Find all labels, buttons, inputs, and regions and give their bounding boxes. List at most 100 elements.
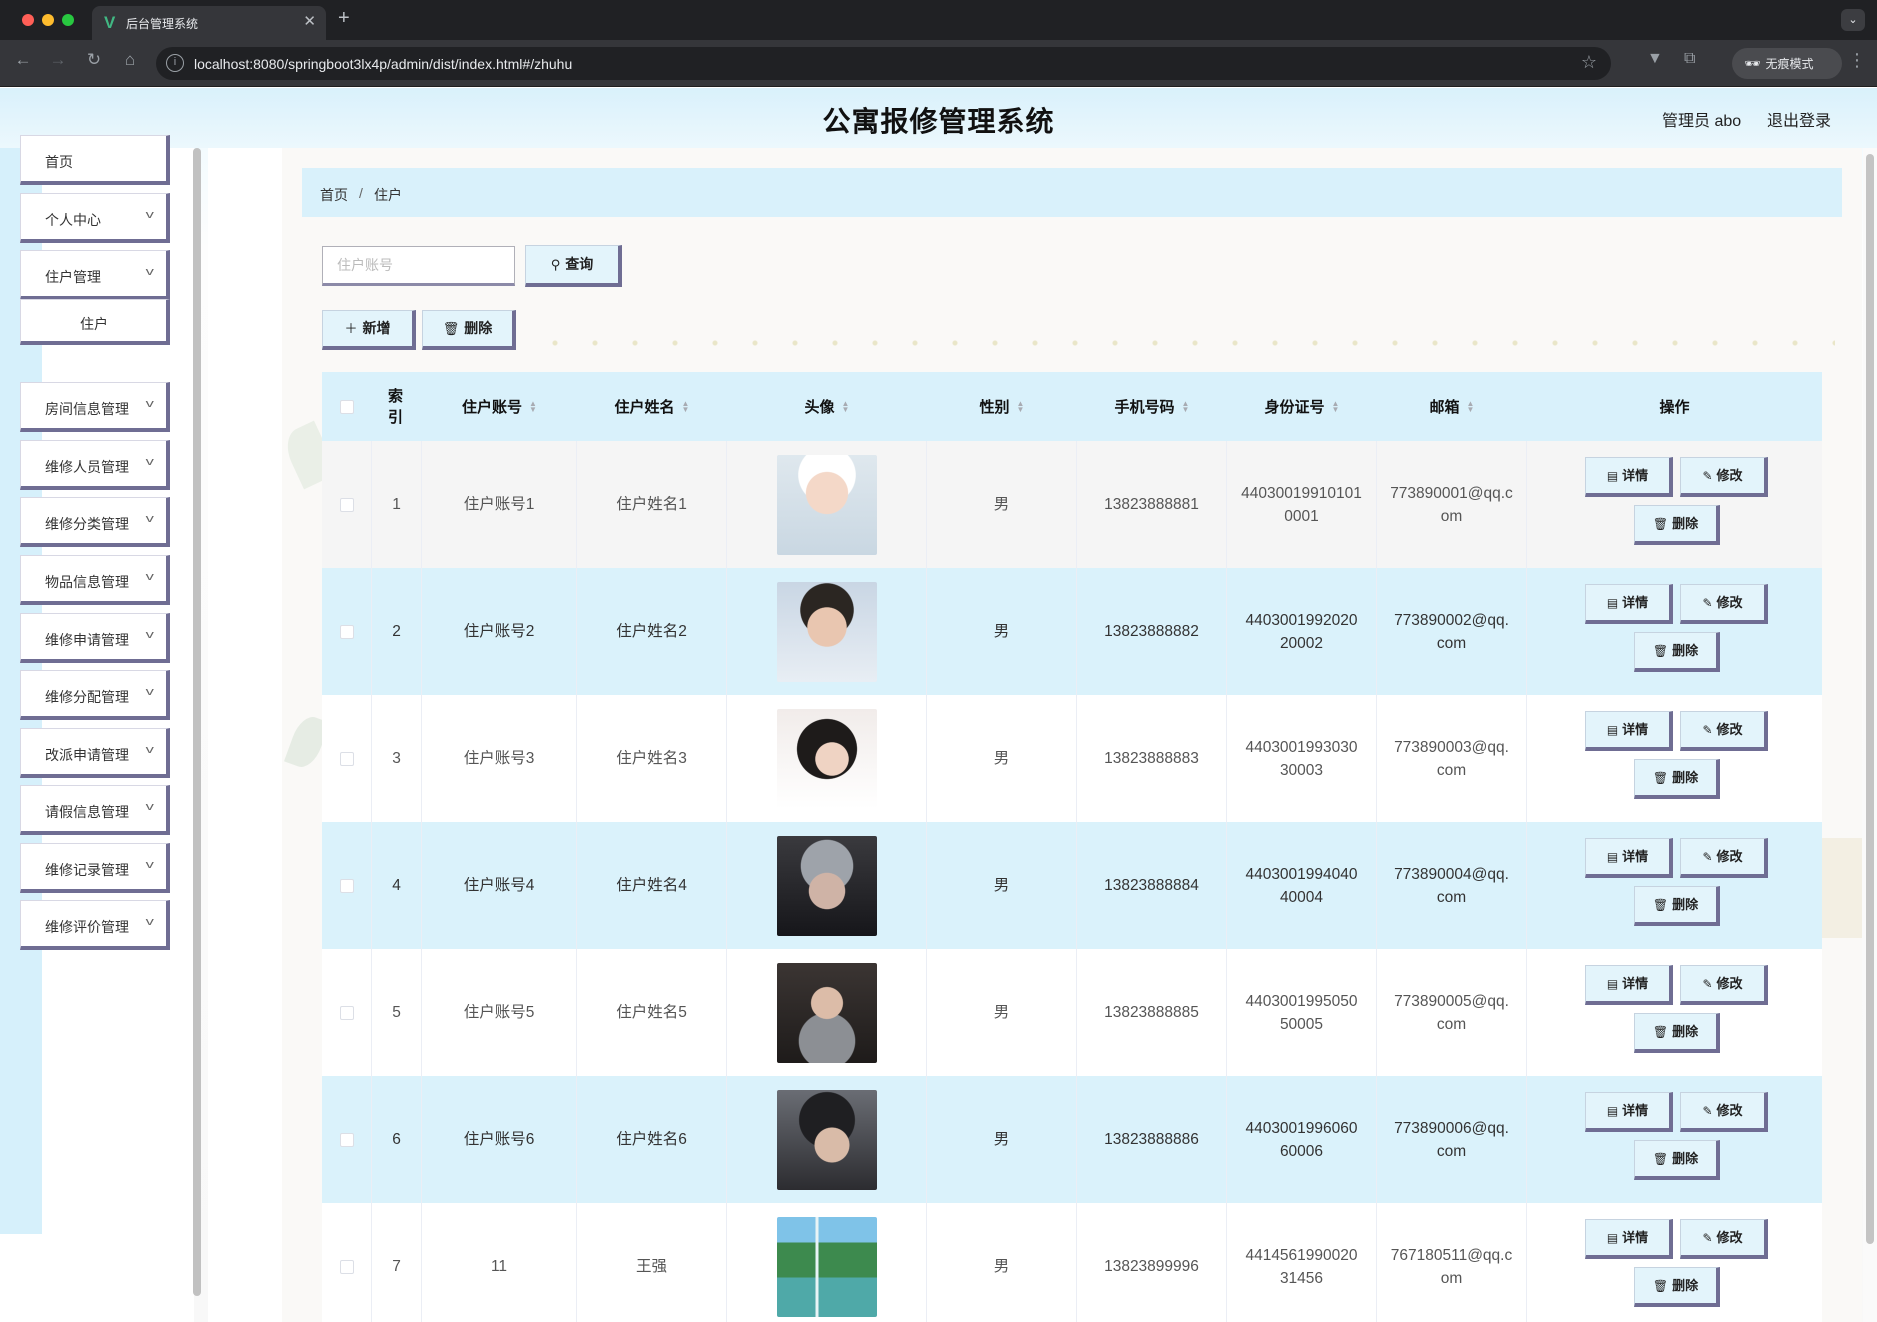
- sidebar-item-repair-category[interactable]: 维修分类管理 v: [20, 497, 170, 547]
- sidebar-item-repair-staff[interactable]: 维修人员管理 v: [20, 440, 170, 490]
- table-row[interactable]: 6 住户账号6 住户姓名6 男 13823888886 4403001996060 6000…: [322, 1076, 1822, 1203]
- logout-link[interactable]: 退出登录: [1767, 107, 1831, 131]
- edit-button[interactable]: ✎ 修改: [1680, 457, 1768, 497]
- avatar[interactable]: [776, 835, 877, 936]
- table-row[interactable]: 1 住户账号1 住户姓名1 男 13823888881 44030019910101 000…: [322, 441, 1822, 568]
- close-tab-icon[interactable]: ✕: [303, 12, 316, 30]
- sidebar-subitem-resident[interactable]: 住户: [20, 299, 170, 345]
- new-tab-icon[interactable]: +: [338, 7, 350, 30]
- batch-delete-button[interactable]: 🗑 删除: [422, 310, 516, 350]
- add-button[interactable]: ＋ 新增: [322, 310, 416, 350]
- edit-button[interactable]: ✎ 修改: [1680, 1219, 1768, 1259]
- sort-icon[interactable]: ▲ ▼: [1467, 399, 1475, 413]
- row-checkbox[interactable]: [339, 1132, 354, 1147]
- edit-button[interactable]: ✎ 修改: [1680, 711, 1768, 751]
- edit-button[interactable]: ✎ 修改: [1680, 838, 1768, 878]
- sidebar-item-personal-center[interactable]: 个人中心 v: [20, 193, 170, 243]
- delete-button[interactable]: 🗑 删除: [1634, 1013, 1720, 1053]
- close-window-button[interactable]: [22, 14, 34, 26]
- sort-icon[interactable]: ▲ ▼: [682, 399, 690, 413]
- header-id-card[interactable]: 身份证号 ▲ ▼: [1227, 372, 1377, 441]
- sort-icon[interactable]: ▲ ▼: [1182, 399, 1190, 413]
- avatar[interactable]: [776, 454, 877, 555]
- header-select-all[interactable]: [322, 372, 372, 441]
- extension-icon[interactable]: ▼: [1647, 50, 1663, 68]
- table-row[interactable]: 3 住户账号3 住户姓名3 男 13823888883 4403001993030 3000…: [322, 695, 1822, 822]
- header-email[interactable]: 邮箱 ▲ ▼: [1377, 372, 1527, 441]
- scrollbar-thumb[interactable]: [1866, 154, 1874, 1244]
- back-icon[interactable]: ←: [10, 50, 36, 70]
- header-avatar[interactable]: 头像 ▲ ▼: [727, 372, 927, 441]
- sidebar-item-repair-request[interactable]: 维修申请管理 v: [20, 613, 170, 663]
- avatar[interactable]: [776, 1089, 877, 1190]
- detail-button[interactable]: ▤ 详情: [1585, 711, 1673, 751]
- table-row[interactable]: 7 11 王强 男 13823899996 4414561990020 31456 76718…: [322, 1203, 1822, 1322]
- table-row[interactable]: 2 住户账号2 住户姓名2 男 13823888882 4403001992020 2000…: [322, 568, 1822, 695]
- sort-icon[interactable]: ▲ ▼: [529, 399, 537, 413]
- maximize-window-button[interactable]: [62, 14, 74, 26]
- row-checkbox[interactable]: [339, 624, 354, 639]
- tab-search-icon[interactable]: ⌄: [1841, 9, 1865, 31]
- avatar[interactable]: [776, 962, 877, 1063]
- minimize-window-button[interactable]: [42, 14, 54, 26]
- reload-icon[interactable]: ↻: [81, 50, 107, 70]
- row-select[interactable]: [322, 568, 372, 695]
- row-checkbox[interactable]: [339, 1005, 354, 1020]
- delete-button[interactable]: 🗑 删除: [1634, 759, 1720, 799]
- detail-button[interactable]: ▤ 详情: [1585, 584, 1673, 624]
- url-text[interactable]: localhost:8080/springboot3lx4p/admin/dis…: [194, 56, 572, 72]
- sort-icon[interactable]: ▲ ▼: [842, 399, 850, 413]
- incognito-badge[interactable]: 🕶 无痕模式: [1732, 48, 1842, 79]
- more-menu-icon[interactable]: ⋮: [1848, 50, 1866, 71]
- row-select[interactable]: [322, 695, 372, 822]
- forward-icon[interactable]: →: [45, 50, 71, 70]
- search-input[interactable]: [322, 246, 515, 286]
- page-scrollbar[interactable]: [1863, 148, 1877, 1322]
- detail-button[interactable]: ▤ 详情: [1585, 965, 1673, 1005]
- table-row[interactable]: 5 住户账号5 住户姓名5 男 13823888885 4403001995050 5000…: [322, 949, 1822, 1076]
- delete-button[interactable]: 🗑 删除: [1634, 505, 1720, 545]
- avatar[interactable]: [776, 708, 877, 809]
- row-select[interactable]: [322, 1076, 372, 1203]
- avatar[interactable]: [776, 581, 877, 682]
- query-button[interactable]: ⚲ 查询: [525, 245, 622, 287]
- address-bar[interactable]: i localhost:8080/springboot3lx4p/admin/d…: [156, 47, 1611, 80]
- header-phone[interactable]: 手机号码 ▲ ▼: [1077, 372, 1227, 441]
- header-name[interactable]: 住户姓名 ▲ ▼: [577, 372, 727, 441]
- sidebar-item-reassign-request[interactable]: 改派申请管理 v: [20, 728, 170, 778]
- sort-icon[interactable]: ▲ ▼: [1332, 399, 1340, 413]
- detail-button[interactable]: ▤ 详情: [1585, 838, 1673, 878]
- edit-button[interactable]: ✎ 修改: [1680, 1092, 1768, 1132]
- sidebar-item-repair-assign[interactable]: 维修分配管理 v: [20, 670, 170, 720]
- breadcrumb-home[interactable]: 首页: [320, 185, 348, 205]
- select-all-checkbox[interactable]: [340, 399, 354, 414]
- detail-button[interactable]: ▤ 详情: [1585, 457, 1673, 497]
- sidebar-item-repair-review[interactable]: 维修评价管理 v: [20, 900, 170, 950]
- sidebar-item-leave-info[interactable]: 请假信息管理 v: [20, 785, 170, 835]
- row-checkbox[interactable]: [339, 1259, 354, 1274]
- sidebar-item-resident-management[interactable]: 住户管理 v: [20, 250, 170, 300]
- sidebar-item-home[interactable]: 首页: [20, 135, 170, 185]
- sidebar-item-item-info[interactable]: 物品信息管理 v: [20, 555, 170, 605]
- bookmark-star-icon[interactable]: ☆: [1581, 52, 1597, 73]
- table-row[interactable]: 4 住户账号4 住户姓名4 男 13823888884 4403001994040 4000…: [322, 822, 1822, 949]
- delete-button[interactable]: 🗑 删除: [1634, 1267, 1720, 1307]
- sidebar-scrollbar[interactable]: [193, 148, 201, 1296]
- home-icon[interactable]: ⌂: [117, 50, 143, 70]
- edit-button[interactable]: ✎ 修改: [1680, 584, 1768, 624]
- avatar[interactable]: [776, 1216, 877, 1317]
- site-info-icon[interactable]: i: [166, 54, 184, 72]
- sort-icon[interactable]: ▲ ▼: [1017, 399, 1025, 413]
- delete-button[interactable]: 🗑 删除: [1634, 1140, 1720, 1180]
- browser-tab[interactable]: V 后台管理系统 ✕: [92, 6, 326, 40]
- edit-button[interactable]: ✎ 修改: [1680, 965, 1768, 1005]
- delete-button[interactable]: 🗑 删除: [1634, 632, 1720, 672]
- sidebar-item-repair-record[interactable]: 维修记录管理 v: [20, 843, 170, 893]
- row-checkbox[interactable]: [339, 878, 354, 893]
- header-account[interactable]: 住户账号 ▲ ▼: [422, 372, 577, 441]
- extensions-puzzle-icon[interactable]: ⧉: [1684, 50, 1695, 68]
- delete-button[interactable]: 🗑 删除: [1634, 886, 1720, 926]
- header-gender[interactable]: 性别 ▲ ▼: [927, 372, 1077, 441]
- detail-button[interactable]: ▤ 详情: [1585, 1219, 1673, 1259]
- row-checkbox[interactable]: [339, 751, 354, 766]
